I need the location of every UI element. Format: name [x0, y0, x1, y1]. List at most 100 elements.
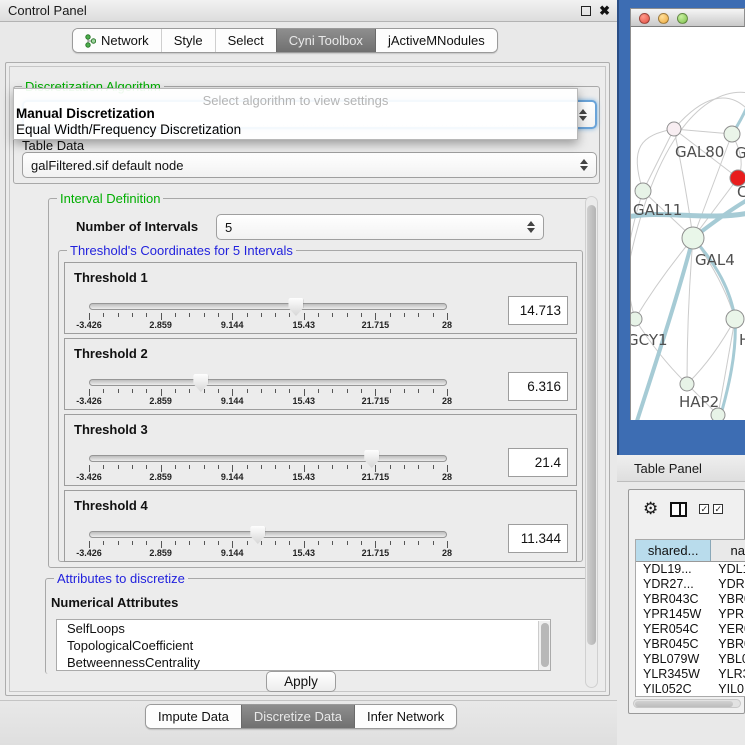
- network-node[interactable]: [667, 122, 681, 136]
- cell-name[interactable]: YBR0: [711, 592, 745, 607]
- cell-name[interactable]: YER0: [711, 622, 745, 637]
- tab-impute-data-label: Impute Data: [158, 709, 229, 724]
- mac-minimize-button[interactable]: [658, 13, 669, 24]
- tab-infer-network-label: Infer Network: [367, 709, 444, 724]
- attribute-list-item[interactable]: SelfLoops: [57, 620, 550, 637]
- tick-label: 28: [442, 548, 452, 558]
- network-node[interactable]: [682, 227, 704, 249]
- table-row[interactable]: YDL19...YDL1: [636, 562, 745, 577]
- node-attribute-table[interactable]: shared... na YDL19...YDL1YDR27...YDR2YBR…: [635, 539, 745, 697]
- table-row[interactable]: YLR345WYLR3: [636, 667, 745, 682]
- tab-discretize-data[interactable]: Discretize Data: [241, 705, 354, 728]
- tab-network[interactable]: Network: [73, 29, 161, 52]
- network-canvas[interactable]: GAL80GCGAL11GAL4GCY1HHAP2: [630, 27, 745, 420]
- table-data-combobox[interactable]: galFiltered.sif default node: [22, 152, 597, 178]
- cell-shared-name[interactable]: YDR27...: [636, 577, 711, 592]
- cell-name[interactable]: YDR2: [711, 577, 745, 592]
- cell-name[interactable]: YDL1: [711, 562, 745, 577]
- cell-shared-name[interactable]: YBL079W: [636, 652, 711, 667]
- attribute-list-item[interactable]: BetweennessCentrality: [57, 654, 550, 671]
- threshold-value-field[interactable]: 6.316: [508, 372, 568, 401]
- panel-scrollbar-thumb[interactable]: [587, 205, 596, 645]
- panel-title: Control Panel: [8, 3, 87, 18]
- control-panel-titlebar: Control Panel ✖: [0, 0, 618, 22]
- cell-shared-name[interactable]: YLR345W: [636, 667, 711, 682]
- checkbox-icon[interactable]: ✓: [699, 504, 709, 514]
- mac-close-button[interactable]: [639, 13, 650, 24]
- numerical-attributes-list[interactable]: SelfLoopsTopologicalCoefficientBetweenne…: [56, 619, 551, 671]
- table-row[interactable]: YDR27...YDR2: [636, 577, 745, 592]
- table-row[interactable]: YBR045CYBR0: [636, 637, 745, 652]
- table-row[interactable]: YIL052CYIL0: [636, 682, 745, 697]
- gear-icon[interactable]: ⚙: [643, 500, 658, 518]
- threshold-value-field[interactable]: 14.713: [508, 296, 568, 325]
- column-header-shared[interactable]: shared...: [636, 540, 711, 561]
- table-horizontal-scrollbar[interactable]: [633, 699, 741, 708]
- cell-shared-name[interactable]: YPR145W: [636, 607, 711, 622]
- threshold-slider[interactable]: [89, 531, 447, 538]
- threshold-value-field[interactable]: 21.4: [508, 448, 568, 477]
- cell-shared-name[interactable]: YBR043C: [636, 592, 711, 607]
- tab-network-label: Network: [101, 33, 149, 48]
- tab-impute-data[interactable]: Impute Data: [146, 705, 241, 728]
- threshold-slider[interactable]: [89, 379, 447, 386]
- cell-name[interactable]: YBL0: [711, 652, 745, 667]
- tick-label: -3.426: [76, 548, 102, 558]
- table-row[interactable]: YPR145WYPR1: [636, 607, 745, 622]
- tab-select[interactable]: Select: [215, 29, 276, 52]
- split-columns-icon[interactable]: [670, 502, 687, 517]
- tick-label: 15.43: [293, 548, 316, 558]
- tick-label: 9.144: [221, 472, 244, 482]
- network-window-titlebar[interactable]: [630, 8, 745, 27]
- tab-style[interactable]: Style: [161, 29, 215, 52]
- cell-shared-name[interactable]: YIL052C: [636, 682, 711, 697]
- network-node[interactable]: [631, 312, 642, 326]
- table-row[interactable]: YBR043CYBR0: [636, 592, 745, 607]
- threshold-value-field[interactable]: 11.344: [508, 524, 568, 553]
- checkbox-icon[interactable]: ✓: [713, 504, 723, 514]
- attribute-list-item[interactable]: TopologicalCoefficient: [57, 637, 550, 654]
- float-window-icon[interactable]: [581, 6, 591, 16]
- tab-infer-network[interactable]: Infer Network: [354, 705, 456, 728]
- popup-option-manual-discretization[interactable]: Manual Discretization: [16, 106, 155, 121]
- tick-label: 2.859: [149, 548, 172, 558]
- network-node[interactable]: [711, 408, 725, 420]
- attributes-group: Attributes to discretize Numerical Attri…: [45, 578, 594, 674]
- panel-scrollbar[interactable]: [585, 196, 598, 688]
- close-icon[interactable]: ✖: [599, 6, 610, 16]
- tab-select-label: Select: [228, 33, 264, 48]
- number-of-intervals-value: 5: [225, 220, 232, 235]
- network-node[interactable]: [726, 310, 744, 328]
- table-row[interactable]: YER054CYER0: [636, 622, 745, 637]
- popup-option-equal-width-frequency[interactable]: Equal Width/Frequency Discretization: [16, 122, 241, 137]
- tick-label: 28: [442, 320, 452, 330]
- apply-button[interactable]: Apply: [266, 671, 336, 692]
- cell-name[interactable]: YIL0: [711, 682, 745, 697]
- thresholds-group-title: Threshold's Coordinates for 5 Intervals: [67, 243, 296, 258]
- tab-cyni-toolbox[interactable]: Cyni Toolbox: [276, 29, 375, 52]
- threshold-label: Threshold 4: [74, 498, 148, 513]
- cell-shared-name[interactable]: YER054C: [636, 622, 711, 637]
- table-row[interactable]: YBL079WYBL0: [636, 652, 745, 667]
- threshold-slider[interactable]: [89, 455, 447, 462]
- list-scrollbar[interactable]: [538, 621, 550, 671]
- network-node[interactable]: [680, 377, 694, 391]
- column-header-name[interactable]: na: [711, 540, 745, 561]
- table-panel-titlebar[interactable]: Table Panel: [617, 455, 745, 482]
- cell-shared-name[interactable]: YDL19...: [636, 562, 711, 577]
- cell-shared-name[interactable]: YBR045C: [636, 637, 711, 652]
- tab-jactivemnodules[interactable]: jActiveMNodules: [375, 29, 497, 52]
- tick-label: 21.715: [362, 472, 390, 482]
- slider-tick-labels: -3.4262.8599.14415.4321.71528: [89, 472, 447, 484]
- network-node[interactable]: [635, 183, 651, 199]
- cell-name[interactable]: YBR0: [711, 637, 745, 652]
- number-of-intervals-combobox[interactable]: 5: [216, 214, 544, 240]
- cell-name[interactable]: YPR1: [711, 607, 745, 622]
- network-node[interactable]: [724, 126, 740, 142]
- cell-name[interactable]: YLR3: [711, 667, 745, 682]
- combo-arrows-icon: [580, 159, 588, 171]
- threshold-slider[interactable]: [89, 303, 447, 310]
- table-horizontal-scrollbar-thumb[interactable]: [635, 701, 733, 707]
- number-of-intervals-label: Number of Intervals: [76, 219, 198, 234]
- mac-zoom-button[interactable]: [677, 13, 688, 24]
